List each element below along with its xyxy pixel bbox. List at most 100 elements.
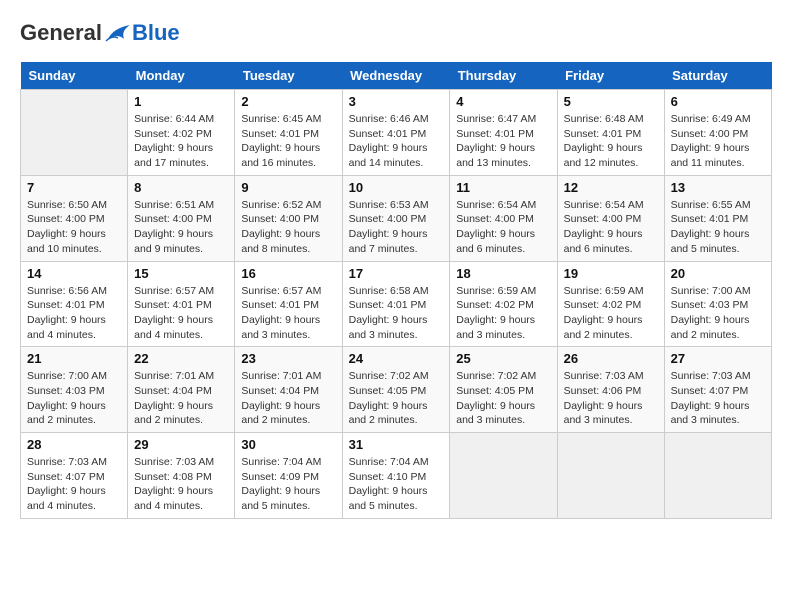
day-number: 27	[671, 351, 765, 366]
day-cell: 12 Sunrise: 6:54 AMSunset: 4:00 PMDayligh…	[557, 175, 664, 261]
day-info: Sunrise: 7:04 AMSunset: 4:10 PMDaylight:…	[349, 455, 444, 514]
day-cell: 24 Sunrise: 7:02 AMSunset: 4:05 PMDayligh…	[342, 347, 450, 433]
day-number: 15	[134, 266, 228, 281]
day-header-tuesday: Tuesday	[235, 62, 342, 90]
day-info: Sunrise: 6:58 AMSunset: 4:01 PMDaylight:…	[349, 284, 444, 343]
day-number: 10	[349, 180, 444, 195]
day-cell: 31 Sunrise: 7:04 AMSunset: 4:10 PMDayligh…	[342, 433, 450, 519]
day-cell: 22 Sunrise: 7:01 AMSunset: 4:04 PMDayligh…	[128, 347, 235, 433]
day-number: 1	[134, 94, 228, 109]
day-cell: 29 Sunrise: 7:03 AMSunset: 4:08 PMDayligh…	[128, 433, 235, 519]
day-cell: 2 Sunrise: 6:45 AMSunset: 4:01 PMDaylight…	[235, 90, 342, 176]
day-info: Sunrise: 7:01 AMSunset: 4:04 PMDaylight:…	[134, 369, 228, 428]
day-number: 31	[349, 437, 444, 452]
logo-general-text: General	[20, 20, 102, 46]
day-info: Sunrise: 7:03 AMSunset: 4:07 PMDaylight:…	[671, 369, 765, 428]
day-cell	[557, 433, 664, 519]
day-info: Sunrise: 7:03 AMSunset: 4:08 PMDaylight:…	[134, 455, 228, 514]
day-cell: 1 Sunrise: 6:44 AMSunset: 4:02 PMDaylight…	[128, 90, 235, 176]
day-number: 21	[27, 351, 121, 366]
page-header: General Blue	[20, 20, 772, 46]
day-cell: 16 Sunrise: 6:57 AMSunset: 4:01 PMDayligh…	[235, 261, 342, 347]
day-info: Sunrise: 7:00 AMSunset: 4:03 PMDaylight:…	[27, 369, 121, 428]
week-row-2: 14Sunrise: 6:56 AMSunset: 4:01 PMDayligh…	[21, 261, 772, 347]
day-number: 14	[27, 266, 121, 281]
day-number: 28	[27, 437, 121, 452]
day-cell: 17 Sunrise: 6:58 AMSunset: 4:01 PMDayligh…	[342, 261, 450, 347]
day-number: 13	[671, 180, 765, 195]
day-info: Sunrise: 6:51 AMSunset: 4:00 PMDaylight:…	[134, 198, 228, 257]
day-cell: 8Sunrise: 6:51 AMSunset: 4:00 PMDaylight…	[128, 175, 235, 261]
day-header-friday: Friday	[557, 62, 664, 90]
day-number: 7	[27, 180, 121, 195]
day-cell	[664, 433, 771, 519]
day-cell: 19 Sunrise: 6:59 AMSunset: 4:02 PMDayligh…	[557, 261, 664, 347]
day-info: Sunrise: 6:50 AMSunset: 4:00 PMDaylight:…	[27, 198, 121, 257]
day-info: Sunrise: 6:55 AMSunset: 4:01 PMDaylight:…	[671, 198, 765, 257]
day-number: 26	[564, 351, 658, 366]
logo: General Blue	[20, 20, 180, 46]
day-header-saturday: Saturday	[664, 62, 771, 90]
day-info: Sunrise: 6:44 AMSunset: 4:02 PMDaylight:…	[134, 112, 228, 171]
day-number: 4	[456, 94, 550, 109]
week-row-4: 28 Sunrise: 7:03 AMSunset: 4:07 PMDayligh…	[21, 433, 772, 519]
day-number: 6	[671, 94, 765, 109]
day-number: 30	[241, 437, 335, 452]
day-info: Sunrise: 7:03 AMSunset: 4:07 PMDaylight:…	[27, 455, 121, 514]
day-info: Sunrise: 6:45 AMSunset: 4:01 PMDaylight:…	[241, 112, 335, 171]
calendar-header: SundayMondayTuesdayWednesdayThursdayFrid…	[21, 62, 772, 90]
day-number: 16	[241, 266, 335, 281]
day-info: Sunrise: 7:01 AMSunset: 4:04 PMDaylight:…	[241, 369, 335, 428]
week-row-3: 21 Sunrise: 7:00 AMSunset: 4:03 PMDayligh…	[21, 347, 772, 433]
day-info: Sunrise: 7:02 AMSunset: 4:05 PMDaylight:…	[456, 369, 550, 428]
day-info: Sunrise: 6:49 AMSunset: 4:00 PMDaylight:…	[671, 112, 765, 171]
header-row: SundayMondayTuesdayWednesdayThursdayFrid…	[21, 62, 772, 90]
day-cell: 26 Sunrise: 7:03 AMSunset: 4:06 PMDayligh…	[557, 347, 664, 433]
day-info: Sunrise: 7:02 AMSunset: 4:05 PMDaylight:…	[349, 369, 444, 428]
week-row-1: 7 Sunrise: 6:50 AMSunset: 4:00 PMDaylight…	[21, 175, 772, 261]
day-info: Sunrise: 6:57 AMSunset: 4:01 PMDaylight:…	[241, 284, 335, 343]
day-cell: 9Sunrise: 6:52 AMSunset: 4:00 PMDaylight…	[235, 175, 342, 261]
day-cell: 30Sunrise: 7:04 AMSunset: 4:09 PMDayligh…	[235, 433, 342, 519]
day-number: 17	[349, 266, 444, 281]
day-info: Sunrise: 6:53 AMSunset: 4:00 PMDaylight:…	[349, 198, 444, 257]
week-row-0: 1 Sunrise: 6:44 AMSunset: 4:02 PMDaylight…	[21, 90, 772, 176]
day-info: Sunrise: 7:00 AMSunset: 4:03 PMDaylight:…	[671, 284, 765, 343]
day-number: 29	[134, 437, 228, 452]
day-number: 3	[349, 94, 444, 109]
day-cell: 3 Sunrise: 6:46 AMSunset: 4:01 PMDaylight…	[342, 90, 450, 176]
day-number: 12	[564, 180, 658, 195]
day-info: Sunrise: 6:47 AMSunset: 4:01 PMDaylight:…	[456, 112, 550, 171]
day-cell: 5Sunrise: 6:48 AMSunset: 4:01 PMDaylight…	[557, 90, 664, 176]
day-number: 2	[241, 94, 335, 109]
day-number: 20	[671, 266, 765, 281]
day-number: 23	[241, 351, 335, 366]
day-info: Sunrise: 7:03 AMSunset: 4:06 PMDaylight:…	[564, 369, 658, 428]
day-info: Sunrise: 6:46 AMSunset: 4:01 PMDaylight:…	[349, 112, 444, 171]
day-number: 19	[564, 266, 658, 281]
day-info: Sunrise: 6:54 AMSunset: 4:00 PMDaylight:…	[456, 198, 550, 257]
day-cell: 4 Sunrise: 6:47 AMSunset: 4:01 PMDaylight…	[450, 90, 557, 176]
calendar-body: 1 Sunrise: 6:44 AMSunset: 4:02 PMDaylight…	[21, 90, 772, 519]
logo-bird-icon	[104, 21, 132, 45]
day-info: Sunrise: 6:48 AMSunset: 4:01 PMDaylight:…	[564, 112, 658, 171]
day-number: 22	[134, 351, 228, 366]
day-cell: 20 Sunrise: 7:00 AMSunset: 4:03 PMDayligh…	[664, 261, 771, 347]
day-cell: 6 Sunrise: 6:49 AMSunset: 4:00 PMDaylight…	[664, 90, 771, 176]
day-cell: 15 Sunrise: 6:57 AMSunset: 4:01 PMDayligh…	[128, 261, 235, 347]
day-cell: 27 Sunrise: 7:03 AMSunset: 4:07 PMDayligh…	[664, 347, 771, 433]
day-cell: 11Sunrise: 6:54 AMSunset: 4:00 PMDayligh…	[450, 175, 557, 261]
day-number: 18	[456, 266, 550, 281]
day-info: Sunrise: 6:57 AMSunset: 4:01 PMDaylight:…	[134, 284, 228, 343]
day-info: Sunrise: 6:59 AMSunset: 4:02 PMDaylight:…	[456, 284, 550, 343]
day-number: 9	[241, 180, 335, 195]
day-cell: 23 Sunrise: 7:01 AMSunset: 4:04 PMDayligh…	[235, 347, 342, 433]
day-number: 24	[349, 351, 444, 366]
calendar-table: SundayMondayTuesdayWednesdayThursdayFrid…	[20, 62, 772, 519]
day-cell: 14Sunrise: 6:56 AMSunset: 4:01 PMDayligh…	[21, 261, 128, 347]
day-number: 25	[456, 351, 550, 366]
day-info: Sunrise: 6:59 AMSunset: 4:02 PMDaylight:…	[564, 284, 658, 343]
day-info: Sunrise: 6:54 AMSunset: 4:00 PMDaylight:…	[564, 198, 658, 257]
day-cell: 13 Sunrise: 6:55 AMSunset: 4:01 PMDayligh…	[664, 175, 771, 261]
day-cell: 18 Sunrise: 6:59 AMSunset: 4:02 PMDayligh…	[450, 261, 557, 347]
